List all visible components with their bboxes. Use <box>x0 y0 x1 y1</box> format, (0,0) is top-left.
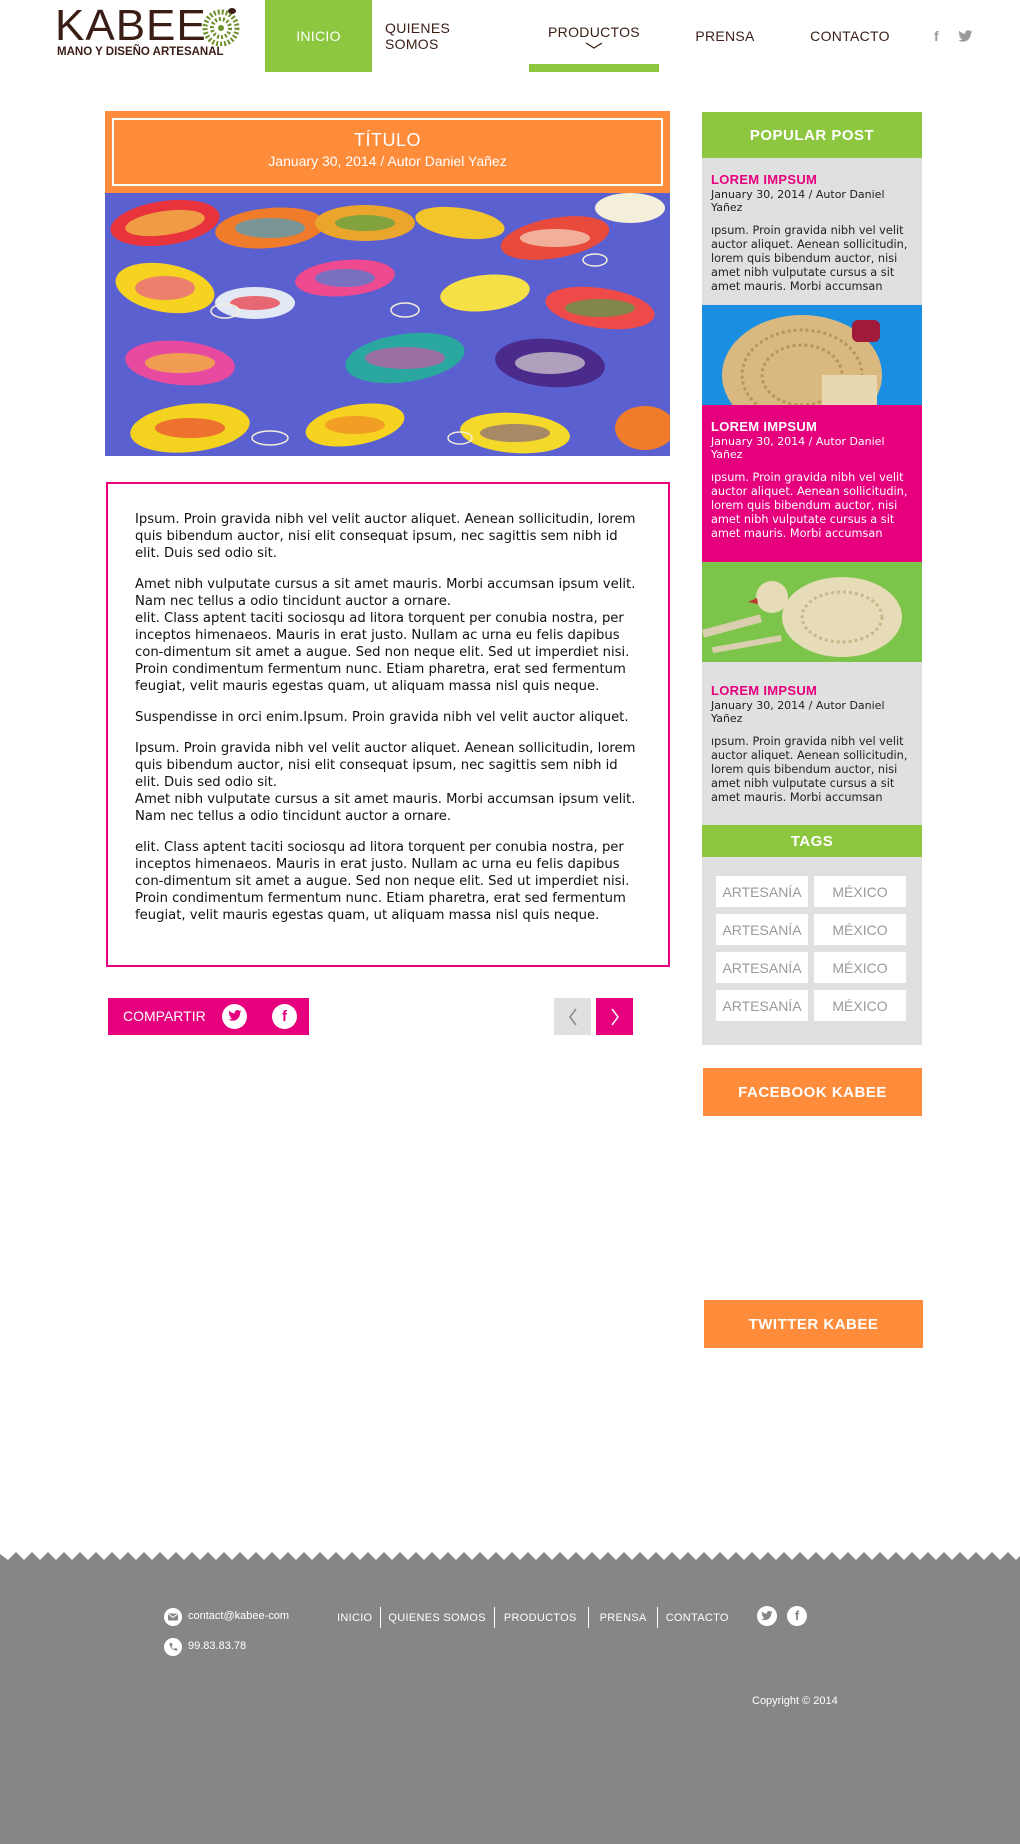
facebook-kabee-button[interactable]: FACEBOOK KABEE <box>703 1068 922 1116</box>
nav-item-inicio[interactable]: INICIO <box>265 0 372 72</box>
popular-post-item[interactable]: LOREM IMPSUM January 30, 2014 / Autor Da… <box>702 662 922 825</box>
nav-label: PRODUCTOS <box>548 24 640 40</box>
tag-button[interactable]: MÉXICO <box>814 914 906 945</box>
footer-twitter-icon[interactable] <box>757 1606 777 1626</box>
popular-post-item[interactable]: LOREM IMPSUM January 30, 2014 / Autor Da… <box>702 158 922 305</box>
article-meta: January 30, 2014 / Autor Daniel Yañez <box>268 153 507 169</box>
logo[interactable]: KABEE MANO Y DISEÑO ARTESANAL <box>55 1 240 66</box>
nav-item-quienes-somos[interactable]: QUIENES SOMOS <box>385 0 505 72</box>
tag-button[interactable]: ARTESANÍA <box>716 990 808 1021</box>
footer-email[interactable]: contact@kabee-com <box>188 1610 289 1622</box>
post-image-bird[interactable] <box>702 562 922 662</box>
tag-button[interactable]: MÉXICO <box>814 876 906 907</box>
nav-item-prensa[interactable]: PRENSA <box>680 0 770 72</box>
article-paragraph: Suspendisse in orci enim.Ipsum. Proin gr… <box>135 710 629 725</box>
post-excerpt: ıpsum. Proin gravida nibh vel velit auct… <box>711 735 908 804</box>
post-excerpt: ıpsum. Proin gravida nibh vel velit auct… <box>711 471 908 540</box>
tag-button[interactable]: ARTESANÍA <box>716 914 808 945</box>
woven-bird-photo-icon <box>702 562 922 662</box>
twitter-kabee-button[interactable]: TWITTER KABEE <box>704 1300 923 1348</box>
article-header-frame: TÍTULO January 30, 2014 / Autor Daniel Y… <box>112 118 663 186</box>
article-paragraph: elit. Class aptent taciti sociosqu ad li… <box>135 840 630 923</box>
facebook-share-icon[interactable]: f <box>272 1004 297 1029</box>
article-body: Ipsum. Proin gravida nibh vel velit auct… <box>106 482 670 967</box>
nav-label: QUIENES SOMOS <box>385 20 451 52</box>
twitter-share-icon[interactable] <box>222 1004 247 1029</box>
nav-label: PRENSA <box>695 28 755 44</box>
nav-label: CONTACTO <box>810 28 890 44</box>
chevron-right-icon <box>610 1008 619 1025</box>
post-meta: January 30, 2014 / Autor Daniel Yañez <box>711 188 885 214</box>
footer-link-quienes-somos[interactable]: QUIENES SOMOS <box>381 1612 493 1624</box>
article-paragraph: Ipsum. Proin gravida nibh vel velit auct… <box>135 512 636 561</box>
footer <box>0 1560 1020 1844</box>
tag-button[interactable]: MÉXICO <box>814 990 906 1021</box>
post-title[interactable]: LOREM IMPSUM <box>711 683 914 698</box>
tag-button[interactable]: ARTESANÍA <box>716 952 808 983</box>
footer-copyright: Copyright © 2014 <box>752 1695 838 1707</box>
popular-post-header: POPULAR POST <box>702 112 922 158</box>
phone-icon <box>164 1638 182 1656</box>
woven-basket-photo-icon <box>702 305 922 405</box>
logo-mark-icon <box>202 8 240 46</box>
footer-link-productos[interactable]: PRODUCTOS <box>495 1612 588 1624</box>
nav-label: INICIO <box>296 28 341 44</box>
facebook-icon[interactable]: f <box>934 28 939 44</box>
post-image-basket[interactable] <box>702 305 922 405</box>
tags-panel: ARTESANÍA MÉXICO ARTESANÍA MÉXICO ARTESA… <box>702 857 922 1045</box>
post-title[interactable]: LOREM IMPSUM <box>711 419 914 434</box>
chevron-left-icon <box>568 1008 577 1025</box>
woven-fish-photo-icon <box>105 193 670 456</box>
chevron-down-icon <box>585 42 603 49</box>
footer-link-contacto[interactable]: CONTACTO <box>658 1612 729 1624</box>
article-title: TÍTULO <box>353 130 421 150</box>
post-meta: January 30, 2014 / Autor Daniel Yañez <box>711 435 885 461</box>
tags-header: TAGS <box>702 825 922 857</box>
share-label: COMPARTIR <box>123 1008 206 1024</box>
footer-link-prensa[interactable]: PRENSA <box>589 1612 657 1624</box>
prev-page-button[interactable] <box>554 998 591 1035</box>
next-page-button[interactable] <box>596 998 633 1035</box>
footer-facebook-icon[interactable]: f <box>787 1606 807 1626</box>
footer-link-inicio[interactable]: INICIO <box>337 1612 380 1624</box>
post-excerpt: ıpsum. Proin gravida nibh vel velit auct… <box>711 224 908 293</box>
article-header: TÍTULO January 30, 2014 / Autor Daniel Y… <box>105 111 670 193</box>
article-paragraph: Ipsum. Proin gravida nibh vel velit auct… <box>135 741 636 824</box>
mail-icon <box>164 1608 182 1626</box>
logo-wordmark: KABEE <box>55 1 207 50</box>
twitter-icon[interactable] <box>958 30 973 43</box>
post-meta: January 30, 2014 / Autor Daniel Yañez <box>711 699 885 725</box>
logo-tagline: MANO Y DISEÑO ARTESANAL <box>57 46 224 58</box>
share-bar: COMPARTIR f <box>108 998 309 1035</box>
post-title[interactable]: LOREM IMPSUM <box>711 172 914 187</box>
popular-post-item[interactable]: LOREM IMPSUM January 30, 2014 / Autor Da… <box>702 405 922 562</box>
article-image <box>105 193 670 456</box>
footer-nav: INICIO QUIENES SOMOS PRODUCTOS PRENSA CO… <box>337 1607 729 1628</box>
footer-phone: 99.83.83.78 <box>188 1640 247 1652</box>
tag-button[interactable]: ARTESANÍA <box>716 876 808 907</box>
article-paragraph: Amet nibh vulputate cursus a sit amet ma… <box>135 577 636 694</box>
nav-item-productos[interactable]: PRODUCTOS <box>529 0 659 72</box>
nav-item-contacto[interactable]: CONTACTO <box>800 0 900 72</box>
tag-button[interactable]: MÉXICO <box>814 952 906 983</box>
